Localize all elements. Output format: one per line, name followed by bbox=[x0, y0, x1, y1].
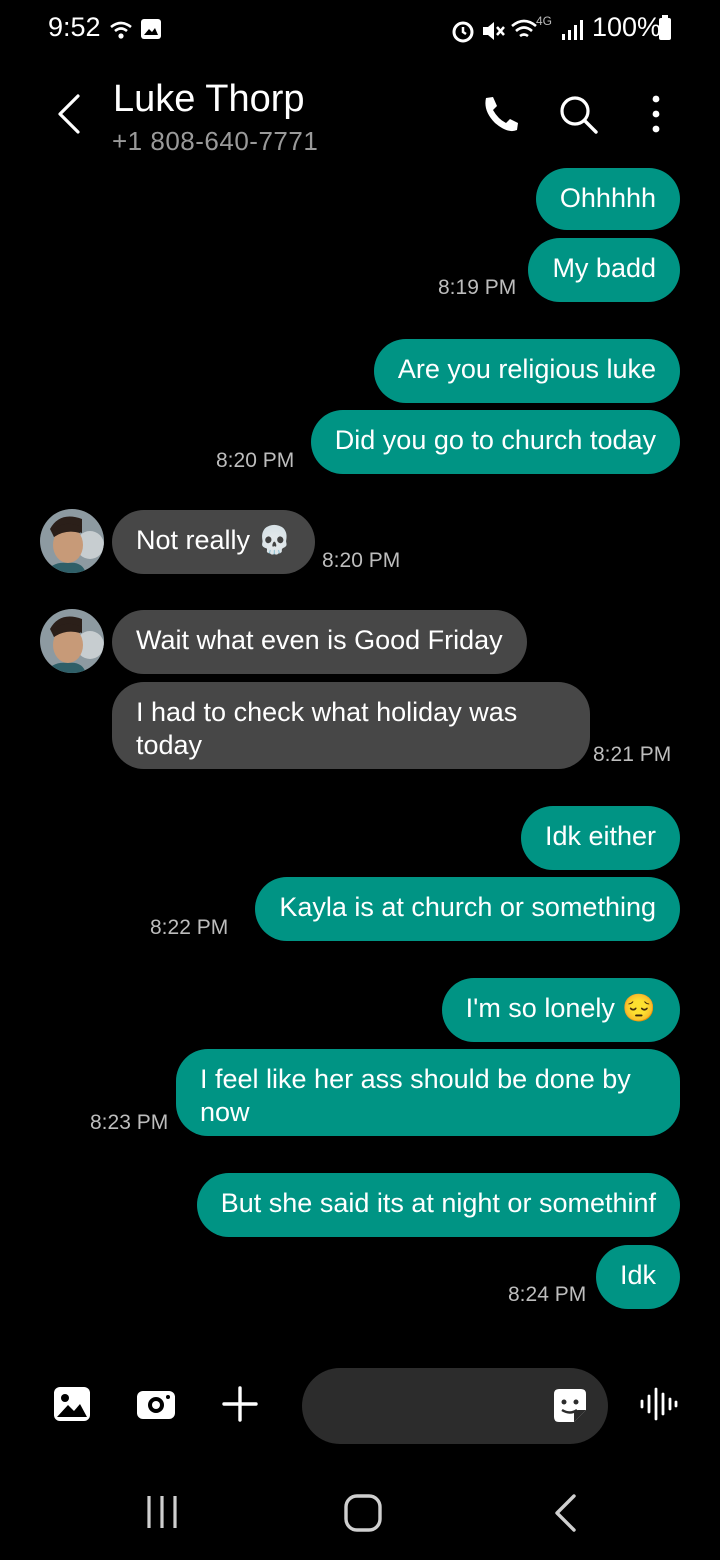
message-text: Are you religious luke bbox=[397, 354, 656, 384]
message-incoming[interactable]: Not really 💀 bbox=[112, 510, 316, 574]
message-timestamp: 8:23 PM bbox=[90, 1111, 169, 1134]
message-text: But she said its at night or somethinf bbox=[220, 1188, 656, 1218]
voice-record-button[interactable] bbox=[638, 1384, 678, 1424]
message-outgoing[interactable]: Are you religious luke bbox=[373, 339, 680, 403]
status-time: 9:52 bbox=[48, 12, 101, 42]
message-text: I'm so lonely 😔 bbox=[465, 993, 656, 1023]
contact-number: +1 808-640-7771 bbox=[112, 126, 319, 156]
message-text-line: I feel like her ass should be done by bbox=[200, 1064, 631, 1094]
back-button[interactable] bbox=[50, 92, 90, 136]
message-text-line: I had to check what holiday was bbox=[136, 697, 518, 727]
message-text: Ohhhhh bbox=[559, 183, 656, 213]
message-timestamp: 8:22 PM bbox=[150, 916, 229, 939]
message-outgoing[interactable]: Idk either bbox=[520, 806, 680, 870]
phone-icon bbox=[485, 97, 518, 132]
message-text-line: now bbox=[200, 1097, 250, 1127]
camera-icon bbox=[137, 1391, 175, 1419]
message-outgoing[interactable]: Did you go to church today bbox=[310, 410, 680, 474]
home-icon bbox=[344, 1494, 382, 1532]
nav-back-button[interactable] bbox=[548, 1492, 584, 1532]
mute-icon bbox=[483, 22, 505, 40]
home-button[interactable] bbox=[343, 1492, 383, 1532]
contact-name: Luke Thorp bbox=[113, 78, 305, 120]
voice-wave-icon bbox=[640, 1387, 678, 1421]
contact-avatar[interactable] bbox=[40, 509, 104, 573]
camera-button[interactable] bbox=[136, 1384, 176, 1424]
search-icon bbox=[560, 96, 598, 134]
add-attachment-button[interactable] bbox=[220, 1384, 260, 1424]
chevron-left-icon bbox=[58, 94, 80, 134]
message-text: Idk bbox=[619, 1260, 656, 1290]
message-timestamp: 8:19 PM bbox=[438, 276, 517, 299]
image-notification-icon bbox=[141, 19, 161, 39]
wifi-call-icon bbox=[110, 21, 132, 39]
sticker-button[interactable] bbox=[550, 1386, 590, 1426]
gallery-icon bbox=[54, 1387, 90, 1421]
message-timestamp: 8:21 PM bbox=[593, 743, 672, 766]
search-button[interactable] bbox=[556, 92, 600, 136]
message-incoming[interactable]: Wait what even is Good Friday bbox=[112, 610, 527, 674]
message-timestamp: 8:20 PM bbox=[322, 549, 401, 572]
message-text-line: today bbox=[136, 730, 203, 760]
alarm-icon bbox=[452, 21, 474, 43]
sticker-icon bbox=[554, 1389, 586, 1422]
recents-icon bbox=[147, 1496, 177, 1528]
more-options-button[interactable] bbox=[634, 92, 678, 136]
message-text: Wait what even is Good Friday bbox=[136, 625, 503, 655]
battery-icon bbox=[659, 15, 671, 40]
message-text: Did you go to church today bbox=[334, 425, 656, 455]
message-timestamp: 8:20 PM bbox=[216, 449, 295, 472]
plus-icon bbox=[222, 1386, 258, 1422]
gallery-button[interactable] bbox=[52, 1384, 92, 1424]
message-outgoing[interactable]: I feel like her ass should be done by no… bbox=[176, 1049, 680, 1136]
wifi-icon bbox=[511, 19, 537, 38]
message-outgoing[interactable]: I'm so lonely 😔 bbox=[441, 978, 680, 1042]
message-text: My badd bbox=[552, 253, 656, 283]
network-type: 4G bbox=[536, 14, 553, 28]
message-timestamp: 8:24 PM bbox=[508, 1283, 587, 1306]
recent-apps-button[interactable] bbox=[144, 1492, 180, 1532]
more-vertical-icon bbox=[652, 95, 660, 133]
message-text: Kayla is at church or something bbox=[279, 892, 656, 922]
back-icon bbox=[555, 1494, 576, 1532]
message-text: Not really 💀 bbox=[136, 525, 292, 555]
message-text: Idk either bbox=[544, 821, 656, 851]
call-button[interactable] bbox=[478, 92, 522, 136]
message-outgoing[interactable]: My badd bbox=[528, 238, 680, 302]
contact-avatar[interactable] bbox=[40, 609, 104, 673]
message-incoming[interactable]: I had to check what holiday was today bbox=[112, 682, 590, 769]
signal-icon bbox=[562, 20, 583, 40]
message-outgoing[interactable]: Ohhhhh bbox=[535, 168, 680, 230]
battery-percent: 100% bbox=[592, 12, 662, 42]
message-outgoing[interactable]: But she said its at night or somethinf bbox=[196, 1173, 680, 1237]
message-outgoing[interactable]: Idk bbox=[595, 1245, 680, 1309]
message-outgoing[interactable]: Kayla is at church or something bbox=[255, 877, 680, 941]
